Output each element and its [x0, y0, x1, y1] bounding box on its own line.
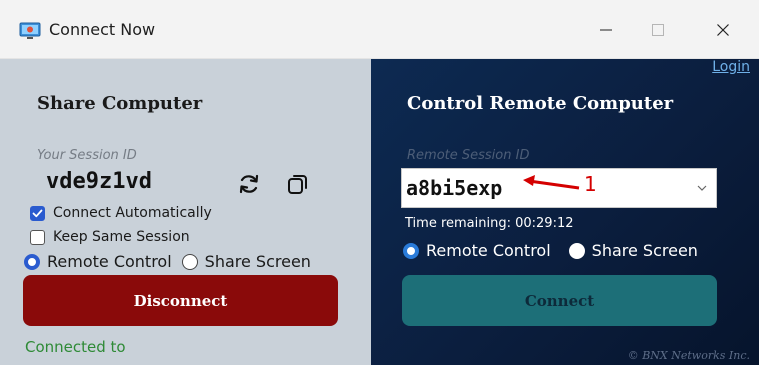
time-remaining-text: Time remaining: 00:29:12 [405, 216, 574, 231]
disconnect-button[interactable]: Disconnect [23, 275, 338, 326]
checkbox-checked-icon [30, 205, 45, 221]
title-bar: Connect Now [0, 0, 759, 59]
remote-session-id-label: Remote Session ID [407, 148, 530, 163]
refresh-icon[interactable] [237, 172, 261, 196]
connect-automatically-checkbox[interactable]: Connect Automatically [30, 205, 212, 221]
annotation-number: 1 [584, 172, 597, 196]
copy-icon[interactable] [287, 173, 309, 195]
maximize-button[interactable] [638, 14, 678, 46]
window-title: Connect Now [49, 20, 156, 39]
app-icon [19, 22, 41, 39]
control-mode-radio-group: Remote Control Share Screen [403, 241, 698, 260]
checkbox-unchecked-icon [30, 229, 45, 245]
copyright-text: © BNX Networks Inc. [627, 349, 750, 362]
session-id-label: Your Session ID [37, 148, 137, 163]
connect-automatically-label: Connect Automatically [53, 205, 212, 221]
control-remote-panel: Login Control Remote Computer Remote Ses… [371, 59, 759, 365]
share-mode-remote-control-label[interactable]: Remote Control [47, 252, 172, 271]
remote-session-id-value[interactable]: a8bi5exp [406, 176, 502, 200]
share-computer-title: Share Computer [37, 93, 203, 114]
minimize-button[interactable] [586, 14, 626, 46]
connect-button[interactable]: Connect [402, 275, 717, 326]
control-remote-title: Control Remote Computer [407, 93, 674, 114]
radio-remote-control-selected[interactable] [24, 253, 40, 270]
keep-same-session-checkbox[interactable]: Keep Same Session [30, 229, 190, 245]
minimize-icon [600, 29, 612, 31]
login-link[interactable]: Login [712, 59, 750, 75]
share-computer-panel: Share Computer Your Session ID vde9z1vd … [0, 59, 371, 365]
connection-status-text: Connected to [25, 338, 126, 356]
annotation-arrow-icon [523, 175, 580, 190]
radio-remote-control-selected[interactable] [403, 242, 419, 259]
close-button[interactable] [703, 14, 743, 46]
radio-share-screen[interactable] [568, 242, 585, 259]
session-id-value: vde9z1vd [46, 169, 152, 194]
radio-share-screen[interactable] [181, 253, 198, 270]
share-mode-radio-group: Remote Control Share Screen [24, 252, 311, 271]
keep-same-session-label: Keep Same Session [53, 229, 190, 245]
close-icon [717, 24, 729, 36]
chevron-down-icon[interactable] [696, 183, 708, 193]
control-mode-remote-control-label[interactable]: Remote Control [426, 241, 551, 260]
maximize-icon [652, 24, 664, 36]
share-mode-share-screen-label[interactable]: Share Screen [205, 252, 311, 271]
control-mode-share-screen-label[interactable]: Share Screen [592, 241, 698, 260]
